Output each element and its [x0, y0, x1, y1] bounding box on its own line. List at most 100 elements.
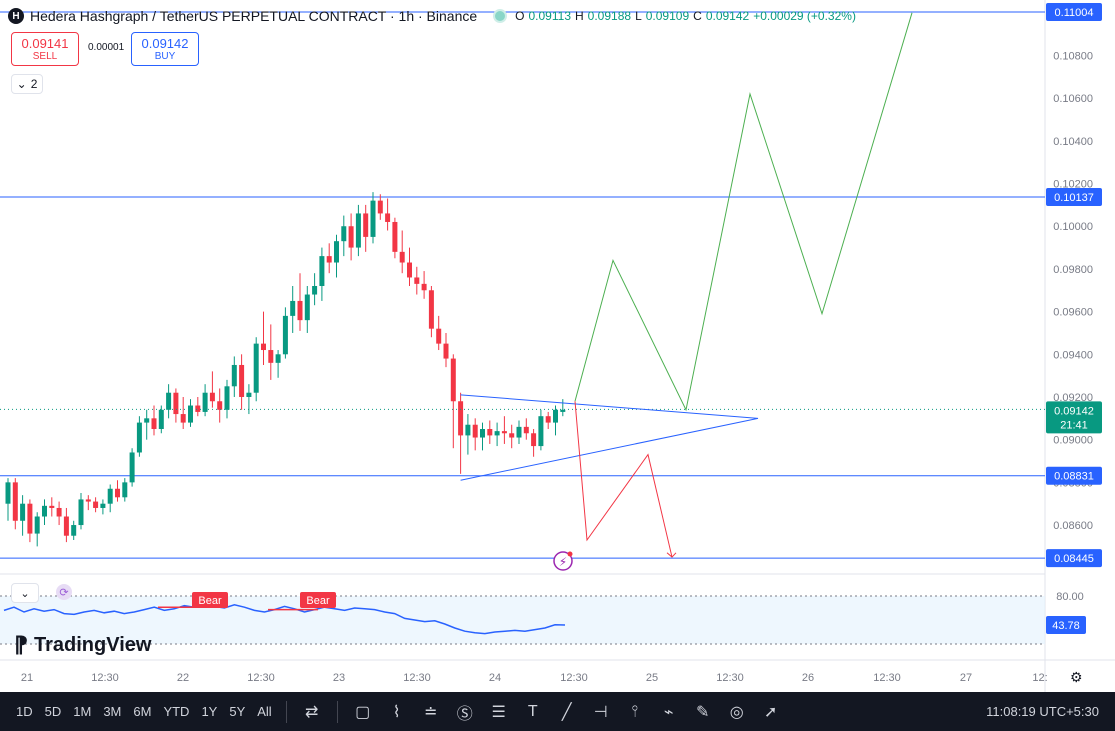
- candle-body: [297, 300, 303, 321]
- candle-body: [34, 516, 40, 534]
- candle-body: [209, 392, 215, 402]
- horizontal-lines-icon[interactable]: ☰: [482, 702, 516, 722]
- chart-title[interactable]: Hedera Hashgraph / TetherUS PERPETUAL CO…: [30, 8, 477, 24]
- forecast-tool-icon[interactable]: ⊣: [584, 702, 618, 722]
- goto-date-icon[interactable]: ⇄: [295, 702, 329, 722]
- price-tick-label: 0.08600: [1053, 520, 1093, 532]
- candle-body: [553, 409, 558, 423]
- candle-body: [166, 392, 172, 410]
- chart-header: H Hedera Hashgraph / TetherUS PERPETUAL …: [8, 6, 856, 26]
- candle-body: [71, 525, 77, 536]
- time-tick-label: 12:30: [873, 672, 901, 684]
- fib-tool-icon[interactable]: Ⓢ: [448, 700, 482, 724]
- ohlc-legend: O 0.09113 H 0.09188 L 0.09109 C 0.09142 +0.0…: [493, 9, 856, 23]
- bottom-toolbar: 1D 5D 1M 3M 6M YTD 1Y 5Y All ⇄ ▢ ⌇ ≐ Ⓢ ☰ T ╱ ⊣ ⫯…: [0, 692, 1115, 731]
- level-price-label: 0.08445: [1054, 553, 1094, 565]
- candle-body: [5, 482, 11, 504]
- pane-collapse-button[interactable]: ⌄: [11, 583, 39, 603]
- timeframe-6m[interactable]: 6M: [127, 704, 157, 719]
- timeframe-all[interactable]: All: [251, 704, 277, 719]
- candle-body: [261, 343, 266, 351]
- open-value: 0.09113: [528, 9, 572, 23]
- timeframe-3m[interactable]: 3M: [97, 704, 127, 719]
- candle-body: [370, 200, 376, 237]
- indicator-count: 2: [30, 77, 38, 91]
- candle-body: [100, 503, 106, 508]
- candle-body: [239, 364, 245, 397]
- chart-canvas[interactable]: 0.108000.106000.104000.102000.100000.098…: [0, 0, 1115, 692]
- candle-body: [275, 354, 281, 363]
- candle-body: [173, 392, 179, 415]
- parallel-channel-icon[interactable]: ≐: [414, 702, 448, 722]
- toolbar-divider: [285, 700, 287, 723]
- clock[interactable]: 11:08:19 UTC+5:30: [986, 692, 1099, 731]
- candle-body: [414, 277, 420, 284]
- candle-body: [217, 401, 223, 410]
- candle-body: [501, 431, 507, 434]
- timeframe-5y[interactable]: 5Y: [223, 704, 251, 719]
- candle-body: [56, 507, 62, 517]
- trend-line-icon[interactable]: ╱: [550, 702, 584, 722]
- brush-tool-icon[interactable]: ✎: [686, 702, 720, 722]
- candle-body: [355, 213, 361, 248]
- candle-body: [282, 315, 288, 355]
- arrow-tool-icon[interactable]: ➚: [754, 702, 788, 722]
- countdown-label: 21:41: [1060, 419, 1088, 431]
- candle-body: [480, 429, 485, 438]
- pattern-tool-icon[interactable]: ⌁: [652, 702, 686, 722]
- time-tick-label: 21: [21, 672, 33, 684]
- lightning-icon: ⚡: [559, 555, 567, 569]
- candle-body: [428, 290, 434, 329]
- triangle-pattern: [460, 394, 759, 481]
- candle-body: [188, 405, 193, 423]
- candle-body: [151, 418, 157, 429]
- eye-icon[interactable]: ◎: [720, 702, 754, 722]
- tradingview-mark-icon: ⁋: [14, 632, 28, 657]
- bullish-projection-path: [574, 12, 913, 412]
- candle-body: [27, 503, 33, 534]
- indicator-refresh-icon[interactable]: ⟳: [56, 584, 72, 600]
- time-tick-label: 12:30: [403, 672, 431, 684]
- time-tick-label: 23: [333, 672, 345, 684]
- timeframe-5d[interactable]: 5D: [39, 704, 68, 719]
- candle-body: [253, 343, 259, 393]
- high-value: 0.09188: [587, 9, 632, 23]
- timeframe-1y[interactable]: 1Y: [195, 704, 223, 719]
- tradingview-logo[interactable]: ⁋ TradingView: [14, 632, 151, 658]
- candle-body: [326, 256, 332, 263]
- candle-body: [107, 488, 113, 504]
- price-tick-label: 0.10000: [1053, 221, 1093, 233]
- candle-body: [20, 503, 26, 521]
- text-tool-icon[interactable]: T: [516, 703, 550, 721]
- candle-body: [399, 251, 405, 263]
- candle-body: [93, 501, 99, 508]
- sell-label: SELL: [32, 51, 58, 62]
- candle-body: [334, 241, 339, 263]
- path-tool-icon[interactable]: ⌇: [380, 702, 414, 722]
- timeframe-ytd[interactable]: YTD: [157, 704, 195, 719]
- candle-body: [12, 482, 18, 521]
- candle-body: [136, 422, 142, 453]
- indicators-collapse-button[interactable]: ⌄ 2: [11, 74, 43, 94]
- sell-price: 0.09141: [21, 36, 69, 51]
- sell-button[interactable]: 0.09141 SELL: [11, 32, 79, 66]
- price-tick-label: 0.09800: [1053, 264, 1093, 276]
- candle-body: [246, 392, 252, 397]
- rectangle-tool-icon[interactable]: ▢: [346, 702, 380, 722]
- candle-body: [122, 482, 128, 498]
- chevron-down-icon: ⌄: [16, 77, 27, 91]
- timeframe-1m[interactable]: 1M: [67, 704, 97, 719]
- candle-body: [363, 213, 369, 237]
- buy-button[interactable]: 0.09142 BUY: [131, 32, 199, 66]
- timeframe-1d[interactable]: 1D: [10, 704, 39, 719]
- candle-body: [341, 226, 347, 242]
- candle-body: [319, 256, 325, 286]
- price-tick-label: 0.10800: [1053, 50, 1093, 62]
- price-tick-label: 0.09000: [1053, 435, 1093, 447]
- indicator-band: [0, 596, 1045, 644]
- toolbar-divider: [336, 700, 338, 723]
- long-position-icon[interactable]: ⫯: [618, 703, 652, 721]
- market-status-icon[interactable]: [493, 9, 508, 23]
- time-tick-label: 12:30: [91, 672, 119, 684]
- gear-icon[interactable]: ⚙: [1070, 669, 1083, 686]
